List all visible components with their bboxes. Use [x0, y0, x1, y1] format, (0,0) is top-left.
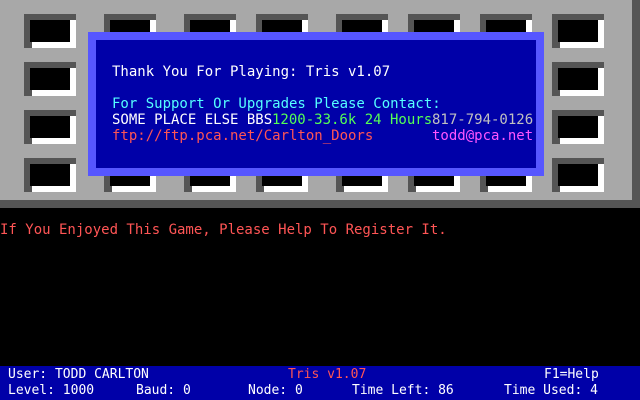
status-baud: Baud: 0	[136, 383, 191, 398]
status-time-used: Time Used: 4	[504, 383, 598, 398]
help-hint[interactable]: F1=Help	[544, 367, 599, 383]
tile	[24, 110, 76, 144]
register-prompt: If You Enjoyed This Game, Please Help To…	[0, 222, 447, 238]
support-text: For Support Or Upgrades Please Contact:	[112, 96, 441, 112]
message-box: Thank You For Playing: Tris v1.07 For Su…	[88, 32, 544, 176]
message-box-inner: Thank You For Playing: Tris v1.07 For Su…	[96, 40, 536, 168]
tile	[24, 14, 76, 48]
status-user: User: TODD CARLTON	[8, 367, 149, 382]
bbs-speed-text: 1200-33.6k 24 Hours	[272, 112, 433, 128]
ftp-link[interactable]: ftp://ftp.pca.net/Carlton_Doors	[112, 128, 373, 144]
bbs-phone-text: 817-794-0126	[432, 112, 534, 128]
tile	[552, 110, 604, 144]
tile	[552, 14, 604, 48]
tile	[552, 158, 604, 192]
tile	[24, 62, 76, 96]
thanks-text: Thank You For Playing: Tris v1.07	[112, 64, 391, 80]
title-art-panel: Thank You For Playing: Tris v1.07 For Su…	[0, 0, 640, 208]
email-link[interactable]: todd@pca.net	[432, 128, 533, 144]
status-time-left: Time Left: 86	[352, 383, 454, 398]
status-title: Tris v1.07	[288, 367, 367, 382]
status-node: Node: 0	[248, 383, 303, 398]
status-level: Level: 1000	[8, 383, 95, 398]
status-bar: User: TODD CARLTON Tris v1.07 F1=Help Le…	[0, 366, 640, 400]
bbs-name-text: SOME PLACE ELSE BBS	[112, 112, 273, 128]
tile	[24, 158, 76, 192]
tile	[552, 62, 604, 96]
